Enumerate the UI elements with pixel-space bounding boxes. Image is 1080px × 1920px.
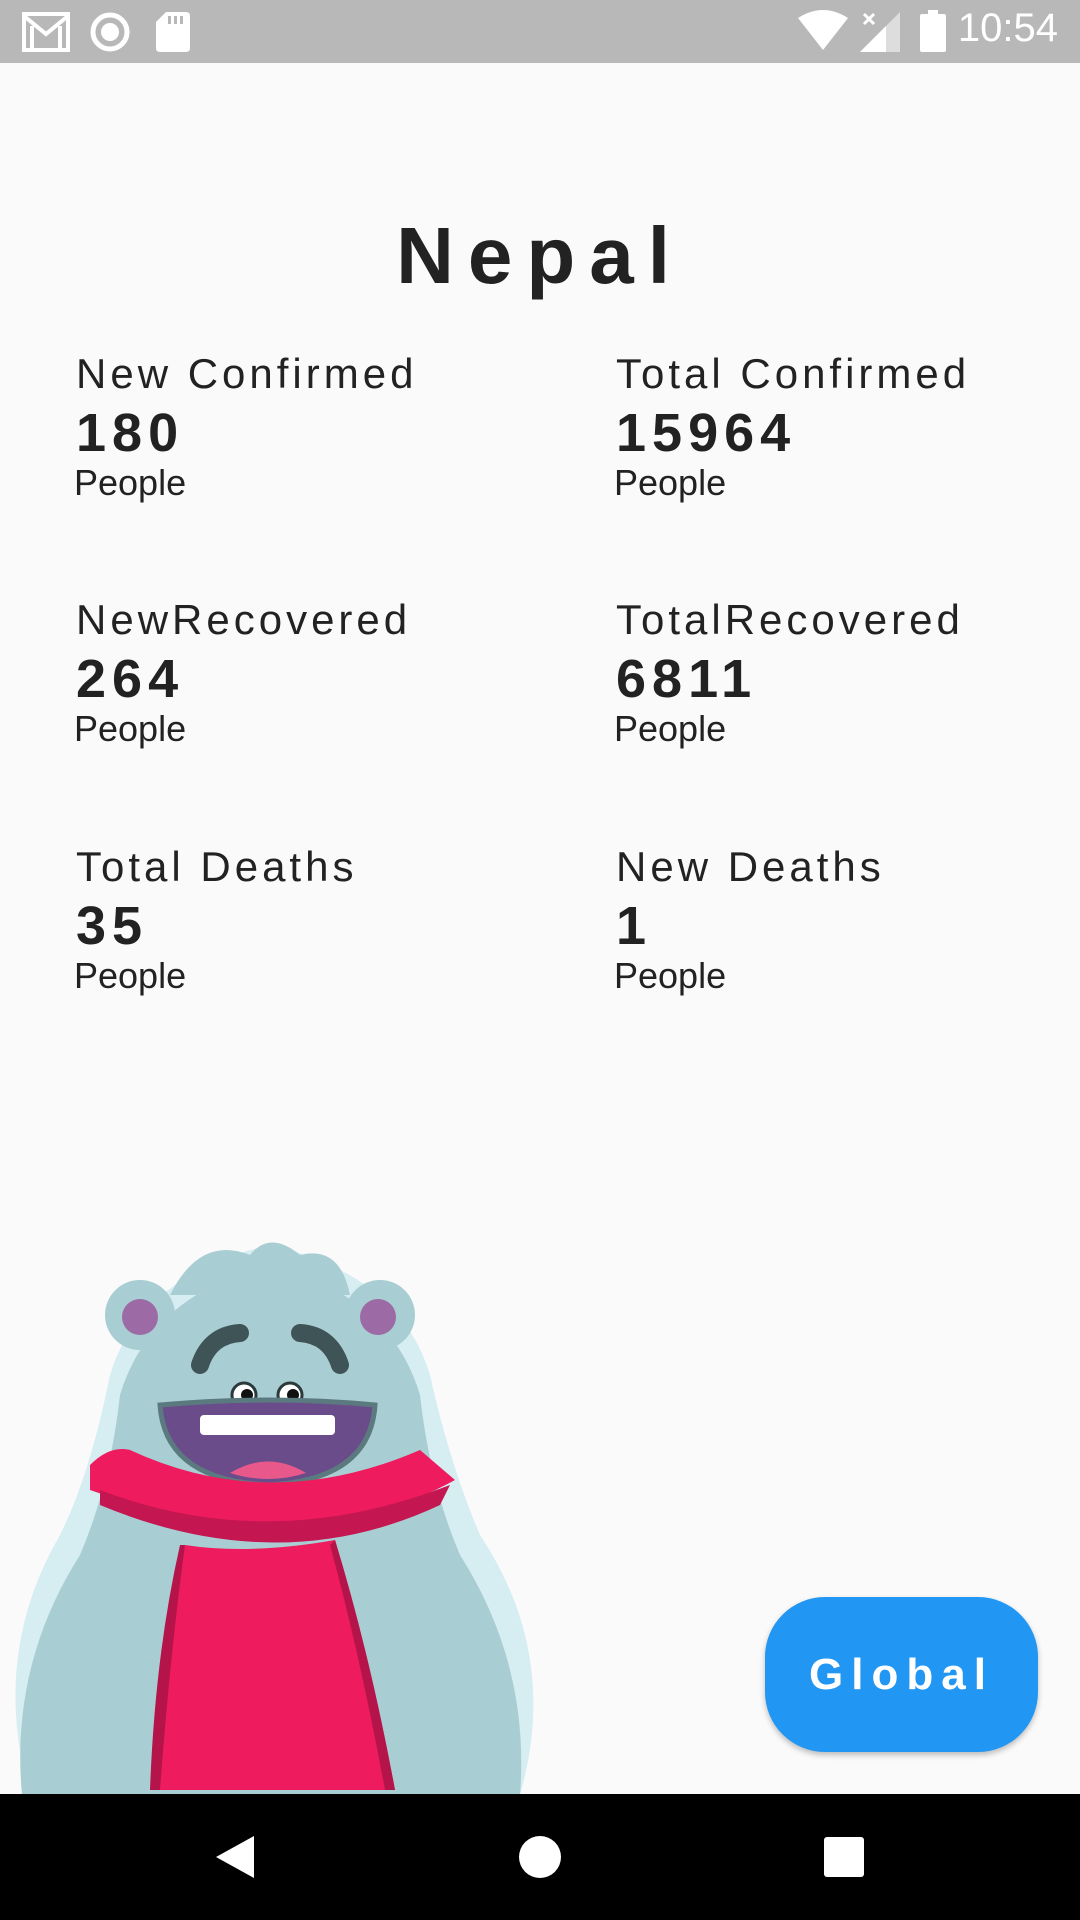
- global-button[interactable]: Global: [765, 1597, 1038, 1752]
- stat-value: 264: [76, 649, 185, 709]
- stat-value: 15964: [616, 403, 797, 463]
- stat-unit: People: [614, 708, 727, 749]
- recents-icon[interactable]: [784, 1794, 904, 1920]
- stat-label: Total Confirmed: [616, 350, 971, 397]
- country-title: Nepal: [396, 211, 684, 300]
- stat-new-deaths: New Deaths 1 People: [614, 843, 1076, 997]
- stat-value: 1: [616, 896, 653, 956]
- stat-label: New Confirmed: [76, 350, 418, 397]
- battery-icon: [920, 10, 946, 57]
- record-icon: [90, 12, 130, 57]
- stat-label: New Deaths: [616, 843, 885, 890]
- stat-label: TotalRecovered: [616, 596, 964, 643]
- stat-value: 180: [76, 403, 185, 463]
- stat-label: NewRecovered: [76, 596, 412, 643]
- home-icon[interactable]: [480, 1794, 600, 1920]
- gmail-icon: [22, 12, 70, 57]
- navigation-bar: [0, 1794, 1080, 1920]
- stat-total-confirmed: Total Confirmed 15964 People: [614, 350, 1076, 504]
- stat-total-recovered: TotalRecovered 6811 People: [614, 596, 1076, 750]
- stat-total-deaths: Total Deaths 35 People: [74, 843, 536, 997]
- back-icon[interactable]: [175, 1794, 295, 1920]
- stat-value: 6811: [616, 649, 758, 709]
- sd-card-icon: [156, 12, 190, 57]
- stat-new-recovered: NewRecovered 264 People: [74, 596, 536, 750]
- stat-label: Total Deaths: [76, 843, 358, 890]
- yeti-mascot-illustration: [0, 1235, 545, 1795]
- stat-unit: People: [614, 955, 727, 996]
- clock: 10:54: [957, 6, 1058, 50]
- stat-unit: People: [74, 955, 187, 996]
- wifi-icon: [798, 10, 848, 55]
- stat-new-confirmed: New Confirmed 180 People: [74, 350, 536, 504]
- stat-unit: People: [74, 462, 187, 503]
- stat-unit: People: [614, 462, 727, 503]
- stat-unit: People: [74, 708, 187, 749]
- status-bar: 10:54: [0, 0, 1080, 63]
- stat-value: 35: [76, 896, 149, 956]
- signal-icon: [860, 10, 900, 57]
